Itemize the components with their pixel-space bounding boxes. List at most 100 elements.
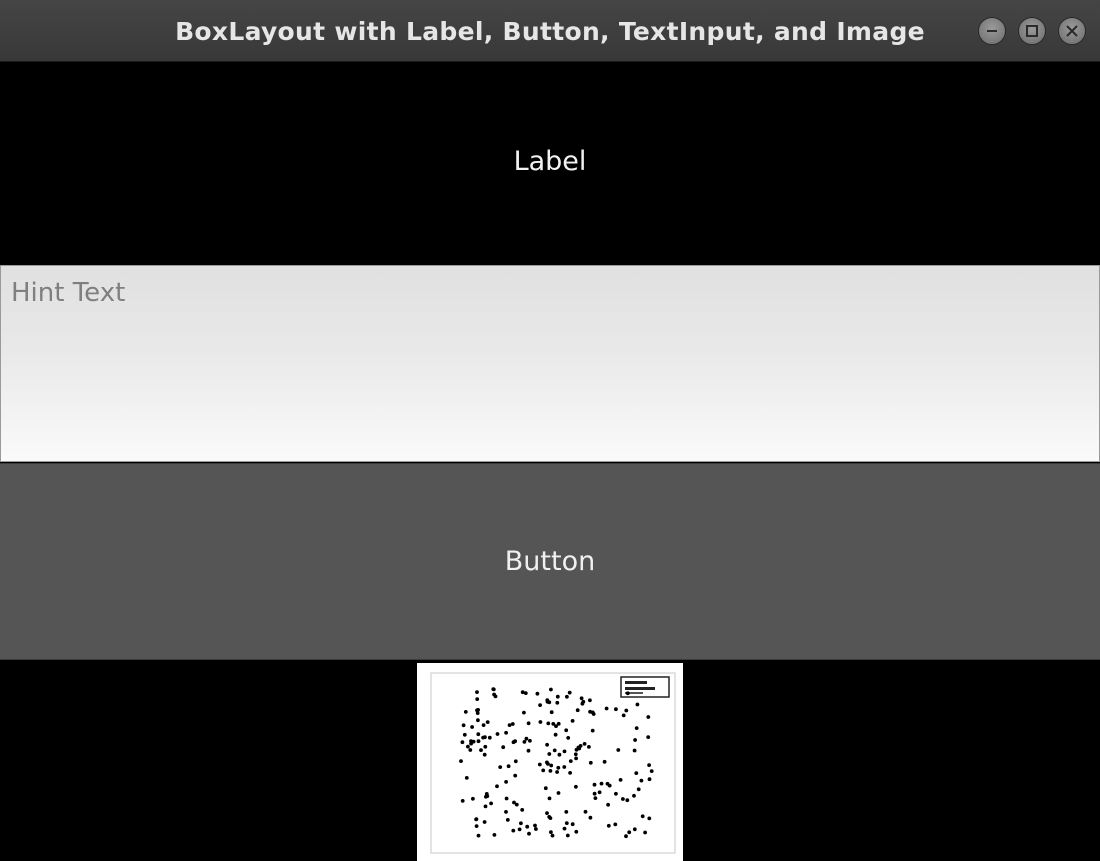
scatter-point [481,735,485,740]
scatter-point [592,791,597,796]
maximize-button[interactable] [1018,17,1046,45]
scatter-point [517,827,522,832]
scatter-point [466,744,470,749]
image-widget [417,663,683,861]
scatter-point [459,759,463,763]
scatter-point [541,768,546,773]
scatter-point [613,822,618,827]
scatter-point [556,791,561,795]
scatter-point [504,730,508,735]
scatter-point [552,748,557,753]
scatter-point [632,748,637,753]
scatter-point [579,696,584,701]
scatter-point [476,718,480,723]
scatter-point [520,808,525,812]
scatter-point [523,691,528,695]
scatter-point [547,796,552,801]
scatter-point [588,709,592,714]
scatter-plot-image [430,672,676,854]
scatter-point [522,740,527,744]
scatter-point [475,708,479,713]
scatter-point [635,702,640,707]
scatter-point [643,830,647,835]
scatter-point [588,698,592,703]
scatter-point [606,823,611,828]
scatter-point [646,715,651,719]
scatter-point [492,692,496,697]
close-button[interactable] [1058,17,1086,45]
scatter-point [464,776,469,780]
scatter-point [570,822,575,827]
scatter-point [616,748,621,752]
label-widget: Label [0,62,1100,265]
scatter-point [556,765,561,770]
label-text: Label [513,146,587,177]
scatter-point [555,694,560,699]
scatter-point [621,713,626,718]
text-input[interactable] [0,265,1100,462]
scatter-point [462,732,467,737]
scatter-point [511,828,516,833]
scatter-point [627,830,632,835]
scatter-point [557,752,562,757]
scatter-point [545,760,549,765]
scatter-point [545,699,550,704]
scatter-point [534,827,538,831]
scatter-point [471,796,475,801]
scatter-point [476,732,481,737]
maximize-icon [1026,25,1038,37]
scatter-point [492,833,497,837]
scatter-point [583,809,588,814]
scatter-point [590,728,595,733]
scatter-point [555,770,559,774]
scatter-point [522,710,526,715]
scatter-point [562,749,567,754]
scatter-point [618,778,623,782]
scatter-point [567,690,572,695]
scatter-point [573,752,578,757]
scatter-point [639,778,644,783]
scatter-point [550,833,555,838]
scatter-point [548,769,553,773]
scatter-point [605,781,610,786]
scatter-point [484,792,489,796]
scatter-point [565,833,570,838]
scatter-point [504,780,508,784]
scatter-point [501,745,506,750]
scatter-point [545,742,549,747]
scatter-point [547,815,552,819]
scatter-point [582,742,587,746]
scatter-point [547,752,552,756]
scatter-point [543,786,548,791]
scatter-point [592,782,597,787]
scatter-point [554,724,558,728]
scatter-point [513,759,518,764]
minimize-icon [987,30,997,32]
scatter-point [504,810,508,814]
scatter-point [636,787,641,792]
scatter-point [634,726,639,730]
title-bar[interactable]: BoxLayout with Label, Button, TextInput,… [0,0,1100,62]
scatter-point [562,826,567,831]
scatter-point [469,739,473,743]
scatter-point [474,824,479,828]
scatter-point [604,706,609,711]
scatter-point [512,800,516,805]
scatter-point [513,739,517,744]
scatter-point [527,831,531,836]
scatter-point [549,710,554,715]
scatter-point [566,736,571,740]
scatter-point [538,720,543,724]
scatter-point [575,708,580,713]
scatter-point [564,728,569,733]
scatter-point [587,745,591,749]
scatter-point [624,834,628,839]
scatter-point [489,801,493,806]
scatter-point [504,796,509,801]
scatter-point [495,732,500,736]
minimize-button[interactable] [978,17,1006,45]
scatter-point [588,760,593,765]
scatter-point [505,818,510,822]
button[interactable]: Button [0,463,1100,660]
scatter-point [633,738,637,742]
